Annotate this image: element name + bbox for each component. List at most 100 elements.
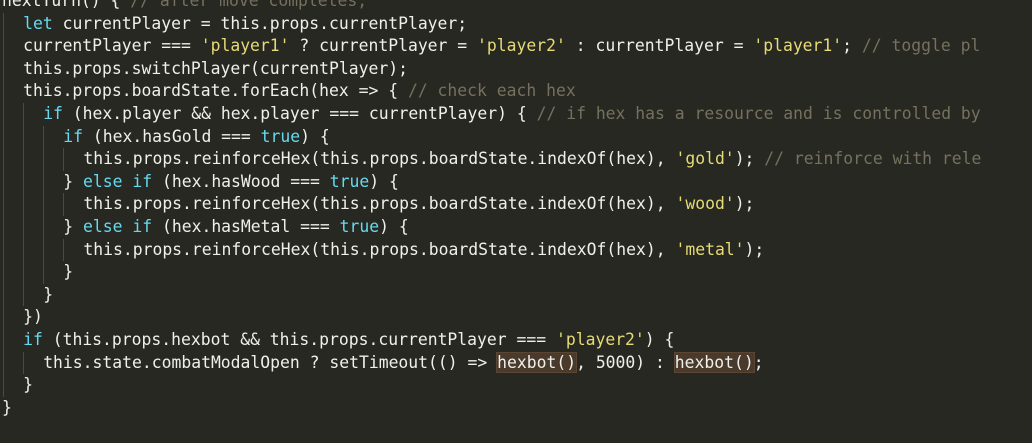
code-token: this.props.reinforceHex(this.props.board… bbox=[83, 194, 676, 214]
code-token: }) bbox=[23, 307, 43, 327]
code-line[interactable]: this.props.reinforceHex(this.props.board… bbox=[2, 238, 981, 262]
indent-guide bbox=[23, 148, 43, 171]
indent-guide bbox=[43, 215, 63, 239]
code-token: } bbox=[63, 216, 84, 236]
code-line[interactable]: nextTurn() { // after move completes, bbox=[2, 0, 981, 13]
code-line[interactable]: this.props.boardState.forEach(hex => { /… bbox=[2, 80, 981, 103]
code-token: nextTurn() { bbox=[2, 0, 131, 10]
indent-guide bbox=[3, 328, 23, 352]
code-line[interactable]: } bbox=[2, 397, 981, 420]
indent-guide bbox=[23, 170, 43, 194]
code-token: ; bbox=[842, 36, 862, 56]
indent-guide bbox=[63, 148, 83, 171]
code-token: (hex.hasGold === bbox=[83, 126, 261, 146]
code-token: } bbox=[23, 375, 33, 395]
indent-guide bbox=[23, 283, 43, 307]
keyword-token: else if bbox=[83, 171, 153, 191]
code-token: currentPlayer === bbox=[23, 36, 201, 56]
indent-guide bbox=[3, 35, 23, 58]
indent-guide bbox=[23, 102, 43, 126]
indent-guide bbox=[23, 351, 43, 375]
indent-guide bbox=[23, 125, 43, 149]
code-token: (hex.hasMetal === bbox=[152, 216, 340, 236]
indent-guide bbox=[3, 170, 23, 194]
code-token: this.state.combatModalOpen ? setTimeout(… bbox=[43, 352, 498, 372]
comment-token: // reinforce with rele bbox=[764, 149, 982, 169]
indent-guide bbox=[3, 57, 23, 81]
code-token: currentPlayer = this.props.currentPlayer… bbox=[52, 13, 468, 33]
indent-guide bbox=[63, 238, 83, 262]
comment-token: // toggle pl bbox=[861, 36, 981, 56]
keyword-token: else if bbox=[83, 216, 153, 236]
indent-guide bbox=[23, 238, 43, 262]
indent-guide bbox=[3, 125, 23, 149]
code-token: ); bbox=[734, 149, 765, 169]
code-line[interactable]: this.props.switchPlayer(currentPlayer); bbox=[2, 57, 981, 81]
string-token: 'player2' bbox=[477, 36, 566, 56]
indent-guide bbox=[3, 374, 23, 397]
indent-guide bbox=[3, 148, 23, 171]
code-line[interactable]: this.props.reinforceHex(this.props.board… bbox=[2, 193, 981, 216]
indent-guide bbox=[43, 148, 63, 171]
code-line[interactable]: }) bbox=[2, 306, 981, 329]
code-token: ) { bbox=[379, 216, 409, 236]
indent-guide bbox=[23, 215, 43, 239]
code-token: } bbox=[2, 397, 12, 417]
comment-token: // check each hex bbox=[407, 81, 576, 101]
indent-guide bbox=[3, 102, 23, 126]
code-area[interactable]: nextTurn() { // after move completes, let… bbox=[2, 0, 981, 419]
indent-guide bbox=[3, 80, 23, 103]
code-token: (hex.player && hex.player === currentPla… bbox=[62, 103, 537, 123]
indent-guide bbox=[43, 193, 63, 216]
indent-guide bbox=[63, 193, 83, 216]
code-token: ) { bbox=[644, 329, 675, 349]
code-line[interactable]: } else if (hex.hasWood === true) { bbox=[2, 170, 981, 194]
indent-guide bbox=[3, 238, 23, 262]
keyword-token: let bbox=[23, 13, 53, 33]
code-line[interactable]: } bbox=[2, 261, 981, 284]
string-token: 'player1' bbox=[753, 36, 843, 56]
code-line[interactable]: } bbox=[2, 283, 981, 307]
code-line[interactable]: this.props.reinforceHex(this.props.board… bbox=[2, 148, 981, 171]
string-token: 'wood' bbox=[675, 194, 735, 214]
highlighted-token: hexbot() bbox=[673, 351, 755, 373]
code-editor[interactable]: nextTurn() { // after move completes, let… bbox=[0, 0, 1032, 443]
code-token: this.props.reinforceHex(this.props.board… bbox=[83, 239, 676, 259]
code-line[interactable]: currentPlayer === 'player1' ? currentPla… bbox=[2, 35, 981, 58]
code-token: } bbox=[63, 171, 84, 191]
indent-guide bbox=[3, 283, 23, 307]
code-token: this.props.reinforceHex(this.props.board… bbox=[83, 149, 676, 169]
keyword-token: if bbox=[43, 103, 63, 123]
code-token: ) { bbox=[300, 126, 330, 146]
keyword-token: true bbox=[260, 126, 301, 146]
indent-guide bbox=[3, 261, 23, 284]
indent-guide bbox=[23, 193, 43, 216]
indent-guide bbox=[3, 351, 23, 375]
code-line[interactable]: if (hex.player && hex.player === current… bbox=[2, 102, 981, 126]
code-line[interactable]: if (hex.hasGold === true) { bbox=[2, 125, 981, 149]
keyword-token: true bbox=[329, 171, 370, 191]
code-token: ); bbox=[744, 239, 765, 259]
code-line[interactable]: this.state.combatModalOpen ? setTimeout(… bbox=[2, 351, 981, 375]
code-token: } bbox=[43, 284, 54, 304]
indent-guide bbox=[3, 12, 23, 36]
string-token: 'metal' bbox=[675, 239, 745, 259]
code-token: ); bbox=[734, 194, 755, 214]
code-token: (hex.hasWood === bbox=[152, 171, 330, 191]
indent-guide bbox=[3, 215, 23, 239]
string-token: 'player1' bbox=[200, 36, 290, 56]
code-token: ? currentPlayer = bbox=[289, 36, 478, 56]
code-line[interactable]: let currentPlayer = this.props.currentPl… bbox=[2, 12, 981, 36]
keyword-token: true bbox=[339, 216, 380, 236]
code-token: this.props.switchPlayer(currentPlayer); bbox=[23, 58, 408, 78]
code-line[interactable]: } else if (hex.hasMetal === true) { bbox=[2, 215, 981, 239]
indent-guide bbox=[43, 170, 63, 194]
code-token: ) { bbox=[369, 171, 399, 191]
string-token: 'player2' bbox=[555, 329, 645, 349]
code-line[interactable]: if (this.props.hexbot && this.props.curr… bbox=[2, 328, 981, 352]
code-line[interactable]: } bbox=[2, 374, 981, 397]
code-token: } bbox=[63, 262, 74, 282]
code-token: : currentPlayer = bbox=[565, 36, 754, 56]
code-token: ; bbox=[753, 352, 764, 372]
indent-guide bbox=[43, 261, 63, 284]
